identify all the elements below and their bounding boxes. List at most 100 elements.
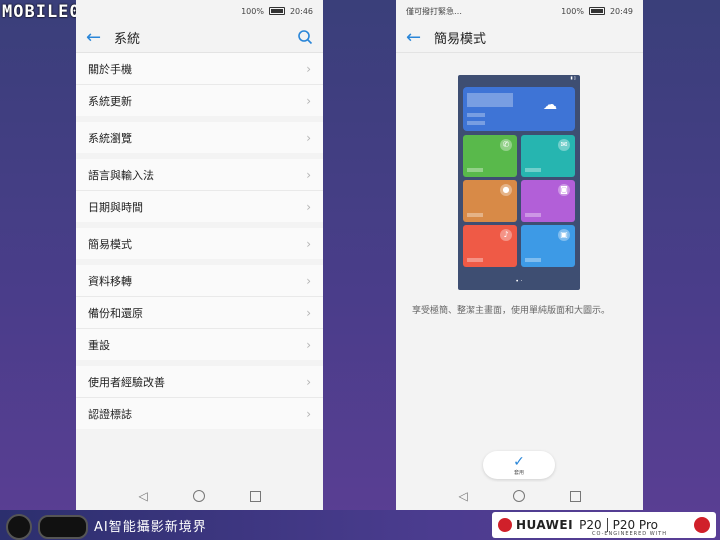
page-title: 簡易模式	[434, 31, 487, 47]
preview-weather-tile: ☁	[463, 87, 575, 131]
preview-contacts-tile: ●	[463, 180, 517, 222]
chevron-right-icon: ›	[306, 273, 311, 288]
co-engineered-text: CO-ENGINEERED WITH	[592, 531, 667, 537]
brand-name: HUAWEI	[516, 518, 574, 532]
camera-graphic	[6, 514, 88, 540]
settings-group: 語言與輸入法 › 日期與時間 ›	[76, 159, 323, 222]
title-bar: ← 簡易模式	[396, 22, 643, 53]
status-time: 20:49	[609, 6, 633, 16]
title-bar: ← 系統	[76, 22, 323, 53]
ad-banner: AI智能攝影新境界 HUAWEI P20 P20 Pro CO-ENGINEER…	[0, 510, 720, 540]
chevron-right-icon: ›	[306, 130, 311, 145]
battery-icon	[588, 7, 605, 15]
settings-row-label: 系統更新	[88, 94, 132, 108]
settings-group: 系統瀏覽 ›	[76, 122, 323, 153]
chevron-right-icon: ›	[306, 61, 311, 76]
settings-row[interactable]: 關於手機 ›	[76, 53, 323, 85]
nav-home-icon[interactable]	[192, 490, 205, 502]
preview-page-dots: • ·	[515, 278, 523, 285]
preview-gallery-tile: ▣	[521, 225, 575, 267]
phone-icon: ✆	[500, 139, 512, 151]
battery-icon	[268, 7, 285, 15]
contact-icon: ●	[500, 184, 512, 196]
apply-button-label: 套用	[513, 469, 524, 476]
settings-menu: 關於手機 › 系統更新 › 系統瀏覽 › 語言與輸入法 › 日期與時間 › 簡易模式 › 資料移轉 › 備份…	[76, 53, 323, 429]
chevron-right-icon: ›	[306, 337, 311, 352]
simple-mode-preview-image: ▮ ▯ ☁ ✆ ✉ ● ◙ ♪ ▣ • ·	[458, 75, 580, 290]
settings-row[interactable]: 日期與時間 ›	[76, 191, 323, 222]
huawei-logo-icon	[498, 518, 512, 532]
model-name-p20-pro: P20 Pro	[612, 518, 658, 532]
settings-row-label: 系統瀏覽	[88, 131, 132, 145]
weather-icon: ☁	[543, 97, 557, 113]
status-bar: 僅可撥打緊急… 100% 20:49	[396, 0, 643, 22]
settings-group: 資料移轉 › 備份和還原 › 重設 ›	[76, 265, 323, 360]
chevron-right-icon: ›	[306, 406, 311, 421]
settings-row[interactable]: 系統更新 ›	[76, 85, 323, 116]
preview-camera-tile: ◙	[521, 180, 575, 222]
status-bar: 100% 20:46	[76, 0, 323, 22]
phone-screen-simple-mode: 僅可撥打緊急… 100% 20:49 ← 簡易模式 ▮ ▯ ☁ ✆ ✉ ● ◙ …	[396, 0, 643, 510]
settings-row-label: 重設	[88, 338, 110, 352]
message-icon: ✉	[558, 139, 570, 151]
settings-row-label: 認證標誌	[88, 407, 132, 421]
settings-row-label: 備份和還原	[88, 306, 143, 320]
nav-home-icon[interactable]	[512, 490, 525, 502]
preview-messages-tile: ✉	[521, 135, 575, 177]
music-icon: ♪	[500, 229, 512, 241]
settings-row[interactable]: 備份和還原 ›	[76, 297, 323, 329]
divider	[606, 518, 608, 532]
nav-bar: ◁	[396, 482, 643, 510]
chevron-right-icon: ›	[306, 374, 311, 389]
phone-screen-system-settings: 100% 20:46 ← 系統 關於手機 › 系統更新 › 系統瀏覽 › 語言與輸入法 › 日期…	[76, 0, 323, 510]
chevron-right-icon: ›	[306, 236, 311, 251]
preview-music-tile: ♪	[463, 225, 517, 267]
nav-back-icon[interactable]: ◁	[138, 489, 147, 503]
nav-recents-icon[interactable]	[249, 490, 261, 502]
settings-row[interactable]: 系統瀏覽 ›	[76, 122, 323, 153]
nav-back-icon[interactable]: ◁	[458, 489, 467, 503]
banner-slogan: AI智能攝影新境界	[94, 520, 207, 535]
camera-icon: ◙	[558, 184, 570, 196]
page-title: 系統	[114, 31, 141, 47]
settings-row-label: 資料移轉	[88, 274, 132, 288]
nav-recents-icon[interactable]	[569, 490, 581, 502]
settings-row-label: 日期與時間	[88, 200, 143, 214]
back-arrow-icon[interactable]: ←	[406, 27, 434, 48]
leica-logo-icon	[694, 517, 710, 533]
dual-camera-icon	[38, 515, 88, 539]
chevron-right-icon: ›	[306, 305, 311, 320]
settings-group: 使用者經驗改善 › 認證標誌 ›	[76, 366, 323, 429]
settings-row-label: 語言與輸入法	[88, 168, 154, 182]
settings-row-label: 使用者經驗改善	[88, 375, 165, 389]
settings-row-label: 簡易模式	[88, 237, 132, 251]
battery-percent: 100%	[241, 6, 264, 16]
simple-mode-description: 享受極簡、整潔主畫面，使用單純版面和大圖示。	[412, 306, 611, 316]
nav-bar: ◁	[76, 482, 323, 510]
chevron-right-icon: ›	[306, 93, 311, 108]
settings-group: 簡易模式 ›	[76, 228, 323, 259]
apply-button[interactable]: ✓ 套用	[483, 451, 555, 479]
settings-row[interactable]: 語言與輸入法 ›	[76, 159, 323, 191]
settings-row[interactable]: 資料移轉 ›	[76, 265, 323, 297]
model-name-p20: P20	[579, 518, 602, 532]
status-time: 20:46	[289, 6, 313, 16]
settings-row[interactable]: 簡易模式 ›	[76, 228, 323, 259]
camera-lens-icon	[6, 514, 32, 540]
brand-box: HUAWEI P20 P20 Pro CO-ENGINEERED WITH	[492, 512, 716, 538]
settings-group: 關於手機 › 系統更新 ›	[76, 53, 323, 116]
settings-row[interactable]: 重設 ›	[76, 329, 323, 360]
chevron-right-icon: ›	[306, 199, 311, 214]
check-icon: ✓	[513, 453, 525, 470]
preview-status-bar: ▮ ▯	[570, 75, 576, 80]
back-arrow-icon[interactable]: ←	[86, 27, 114, 48]
settings-row[interactable]: 認證標誌 ›	[76, 398, 323, 429]
settings-row-label: 關於手機	[88, 62, 132, 76]
settings-row[interactable]: 使用者經驗改善 ›	[76, 366, 323, 398]
gallery-icon: ▣	[558, 229, 570, 241]
battery-percent: 100%	[561, 6, 584, 16]
chevron-right-icon: ›	[306, 167, 311, 182]
status-left: 僅可撥打緊急…	[406, 6, 462, 16]
preview-phone-tile: ✆	[463, 135, 517, 177]
search-icon[interactable]	[297, 29, 313, 45]
